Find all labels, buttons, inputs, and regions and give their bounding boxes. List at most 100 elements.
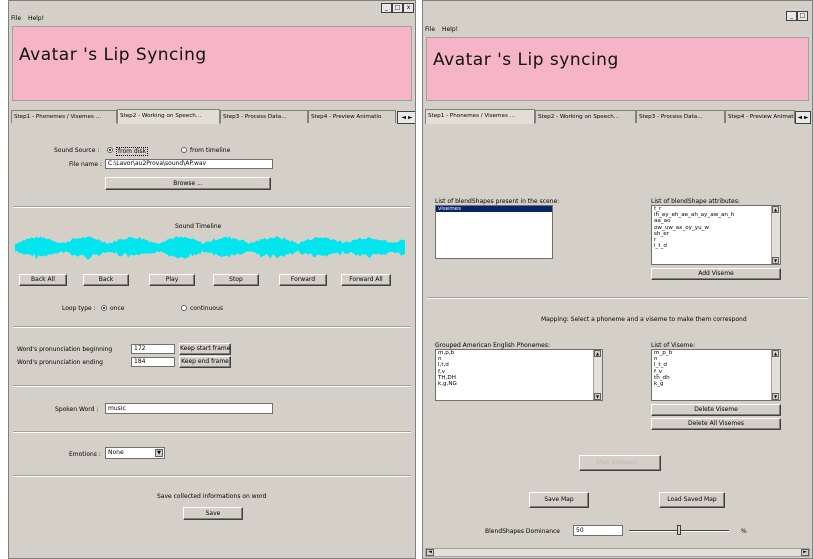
tab-scroll-arrows[interactable]: ◄ ► (397, 111, 415, 124)
forward-all-button[interactable]: Forward All (341, 274, 391, 286)
vertical-scrollbar[interactable]: ▲ ▼ (593, 350, 602, 400)
blend-attrs-label: List of blendShape attributes: (651, 198, 740, 205)
spoken-word-field[interactable]: music (105, 403, 273, 414)
tab-step3[interactable]: Step3 - Process Data... (220, 110, 308, 123)
spoken-word-label: Spoken Word : (55, 406, 99, 413)
scroll-left-icon[interactable]: ◄ (426, 549, 434, 556)
scroll-up-icon[interactable]: ▲ (772, 206, 779, 213)
back-all-button[interactable]: Back All (19, 274, 67, 286)
left-title-bar: _ □ x (9, 1, 415, 14)
tab-step1[interactable]: Step1 - Phonemes / Visemes ... (11, 110, 117, 123)
right-title-bar: _ □ (423, 9, 812, 22)
phonemes-list[interactable]: m,p,b n l,t,d f,v TH,DH k,g,NG ▲ ▼ (435, 349, 603, 401)
dominance-slider[interactable] (629, 525, 729, 537)
sound-waveform[interactable] (15, 233, 405, 263)
sound-source-label: Sound Source : (54, 147, 100, 154)
delete-all-visemes-button[interactable]: Delete All Visemes (651, 418, 781, 430)
minimize-button[interactable]: _ (786, 11, 797, 21)
browse-button[interactable]: Browse ... (105, 177, 271, 190)
map-between-button[interactable]: Map between... (579, 455, 661, 471)
radio-loop-once[interactable] (101, 305, 107, 311)
blendshapes-label: List of blendShapes present in the scene… (435, 198, 560, 205)
scroll-up-icon[interactable]: ▲ (772, 350, 779, 357)
blendshapes-list[interactable]: visemes (435, 205, 553, 259)
tab-step4[interactable]: Step4 - Preview Animati (725, 110, 795, 123)
pron-begin-field[interactable]: 172 (131, 344, 175, 354)
load-saved-map-button[interactable]: Load Saved Map (659, 492, 725, 508)
waveform-path (15, 236, 405, 260)
vertical-scrollbar[interactable]: ▲ ▼ (771, 206, 780, 264)
keep-start-button[interactable]: Keep start frame (179, 343, 231, 355)
divider (427, 297, 808, 299)
menu-file[interactable]: File (11, 15, 21, 22)
right-banner: Avatar 's Lip syncing (426, 37, 809, 101)
divider (13, 326, 411, 328)
tab-step4[interactable]: Step4 - Preview Animatio (308, 110, 396, 123)
phonemes-label: Grouped American English Phonemes: (435, 342, 550, 349)
menu-help[interactable]: Help! (28, 15, 44, 22)
radio-from-timeline[interactable] (181, 147, 187, 153)
vertical-scrollbar[interactable]: ▲ ▼ (771, 350, 780, 400)
blend-attrs-list[interactable]: t_r ih_ey_eh_ae_ah_ay_aw_an_h aa_ao ow_u… (651, 205, 781, 265)
visemes-list[interactable]: m_p_b n l_t_d f_v th_dh k_g ▲ ▼ (651, 349, 781, 401)
list-item[interactable]: k,g,NG (436, 381, 602, 387)
stop-button[interactable]: Stop (213, 274, 259, 286)
radio-loop-continuous-label: continuous (190, 305, 223, 312)
save-button[interactable]: Save (183, 507, 243, 520)
menu-help[interactable]: Help! (442, 26, 458, 33)
pron-end-field[interactable]: 184 (131, 357, 175, 367)
maximize-button[interactable]: □ (797, 11, 808, 21)
dominance-label: BlendShapes Dominance (485, 528, 560, 535)
add-viseme-button[interactable]: Add Viseme (651, 268, 781, 280)
tab-step2[interactable]: Step2 - Working on Speech... (535, 110, 636, 123)
save-info-label: Save collected informations on word (157, 493, 267, 500)
chevron-down-icon[interactable]: ▼ (155, 449, 163, 457)
divider (13, 385, 411, 387)
file-name-field[interactable]: C:\Lavor\au2Prova\sound\AP.wav (105, 159, 273, 169)
horizontal-scrollbar[interactable]: ◄ ► (425, 548, 810, 557)
scroll-down-icon[interactable]: ▼ (772, 393, 779, 400)
divider (13, 206, 411, 208)
play-button[interactable]: Play (149, 274, 195, 286)
keep-end-button[interactable]: Keep end frame (179, 356, 231, 368)
right-tab-strip: Step1 - Phonemes / Visemes ... Step2 - W… (425, 109, 811, 124)
radio-from-disk[interactable] (107, 147, 113, 153)
visemes-label: List of Viseme: (651, 342, 696, 349)
save-map-button[interactable]: Save Map (529, 492, 589, 508)
divider (13, 431, 411, 433)
tab-step1[interactable]: Step1 - Phonemes / Visemes ... (425, 109, 535, 124)
slider-thumb[interactable] (677, 525, 681, 535)
maximize-button[interactable]: □ (392, 3, 403, 13)
minimize-button[interactable]: _ (381, 3, 392, 13)
list-item[interactable]: k_g (652, 381, 780, 387)
forward-button[interactable]: Forward (279, 274, 327, 286)
back-button[interactable]: Back (83, 274, 129, 286)
scroll-down-icon[interactable]: ▼ (772, 257, 779, 264)
menu-file[interactable]: File (425, 26, 435, 33)
delete-viseme-button[interactable]: Delete Viseme (651, 404, 781, 416)
pron-begin-label: Word's pronunciation beginning (17, 346, 113, 353)
pron-end-label: Word's pronunciation ending (17, 359, 103, 366)
radio-loop-continuous[interactable] (181, 305, 187, 311)
close-button[interactable]: x (403, 3, 414, 13)
emotions-select[interactable]: None ▼ (105, 447, 165, 459)
radio-loop-once-label: once (110, 305, 125, 312)
right-app-window: _ □ File Help! Avatar 's Lip syncing Ste… (422, 0, 813, 559)
left-banner: Avatar 's Lip Syncing (12, 26, 412, 101)
tab-step3[interactable]: Step3 - Process Data... (636, 110, 725, 123)
scroll-down-icon[interactable]: ▼ (594, 393, 601, 400)
divider (13, 475, 411, 477)
left-menu-bar: File Help! (11, 15, 49, 25)
scroll-up-icon[interactable]: ▲ (594, 350, 601, 357)
banner-title: Avatar 's Lip syncing (433, 50, 619, 70)
tab-scroll-arrows[interactable]: ◄ ► (795, 111, 811, 124)
dominance-field[interactable]: 50 (573, 525, 623, 536)
loop-type-label: Loop type : (62, 305, 96, 312)
scroll-right-icon[interactable]: ► (801, 549, 809, 556)
list-item[interactable]: l_t_d (652, 243, 780, 249)
left-app-window: _ □ x File Help! Avatar 's Lip Syncing S… (8, 0, 416, 559)
tab-step2[interactable]: Step2 - Working on Speech... (117, 109, 220, 124)
dominance-unit-label: % (741, 528, 747, 535)
list-item[interactable]: visemes (436, 206, 552, 213)
right-menu-bar: File Help! (425, 26, 463, 36)
